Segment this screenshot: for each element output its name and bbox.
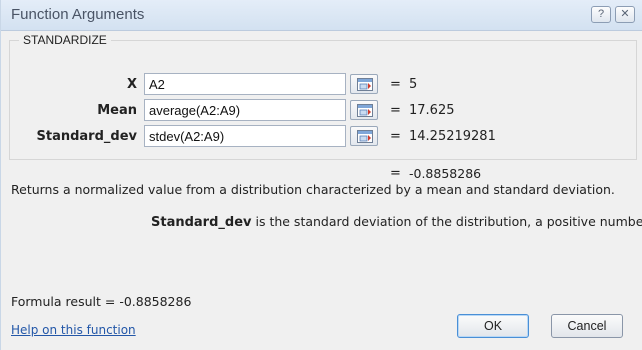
help-question-button[interactable]: ? (591, 6, 611, 23)
argument-help: Standard_dev is the standard deviation o… (151, 214, 642, 230)
function-arguments-dialog: Function Arguments ? ✕ STANDARDIZE X = 5… (0, 0, 642, 350)
argument-help-text: is the standard deviation of the distrib… (255, 214, 642, 229)
help-on-function-link[interactable]: Help on this function (11, 323, 136, 337)
arg-label-standard-dev: Standard_dev (36, 129, 138, 144)
equals-sign: = (390, 103, 401, 118)
close-button[interactable]: ✕ (615, 6, 635, 23)
collapse-dialog-icon (357, 78, 373, 91)
range-select-button-x[interactable] (350, 74, 378, 94)
arg-value-standard-dev: 14.25219281 (409, 129, 496, 144)
formula-result: Formula result = -0.8858286 (11, 294, 191, 309)
argument-help-name: Standard_dev (151, 215, 252, 230)
arg-input-mean[interactable] (144, 99, 346, 121)
equals-sign: = (390, 77, 401, 92)
formula-result-label: Formula result = (11, 294, 116, 309)
formula-result-value: -0.8858286 (119, 294, 192, 309)
dialog-title: Function Arguments (11, 6, 145, 23)
title-bar: Function Arguments ? ✕ (1, 0, 642, 31)
function-description: Returns a normalized value from a distri… (11, 182, 615, 197)
result-equals-sign: = (390, 166, 401, 181)
cancel-button[interactable]: Cancel (551, 314, 623, 338)
arg-input-x[interactable] (144, 73, 346, 95)
ok-button[interactable]: OK (457, 314, 529, 338)
arg-label-mean: Mean (97, 103, 137, 118)
arg-label-x: X (126, 77, 137, 92)
range-select-button-standard-dev[interactable] (350, 126, 378, 146)
arg-input-standard-dev[interactable] (144, 125, 346, 147)
function-name: STANDARDIZE (19, 33, 111, 47)
equals-sign: = (390, 129, 401, 144)
arg-value-mean: 17.625 (409, 103, 455, 118)
collapse-dialog-icon (357, 130, 373, 143)
function-result-value: -0.8858286 (409, 166, 482, 181)
range-select-button-mean[interactable] (350, 100, 378, 120)
arg-value-x: 5 (409, 77, 418, 92)
collapse-dialog-icon (357, 104, 373, 117)
